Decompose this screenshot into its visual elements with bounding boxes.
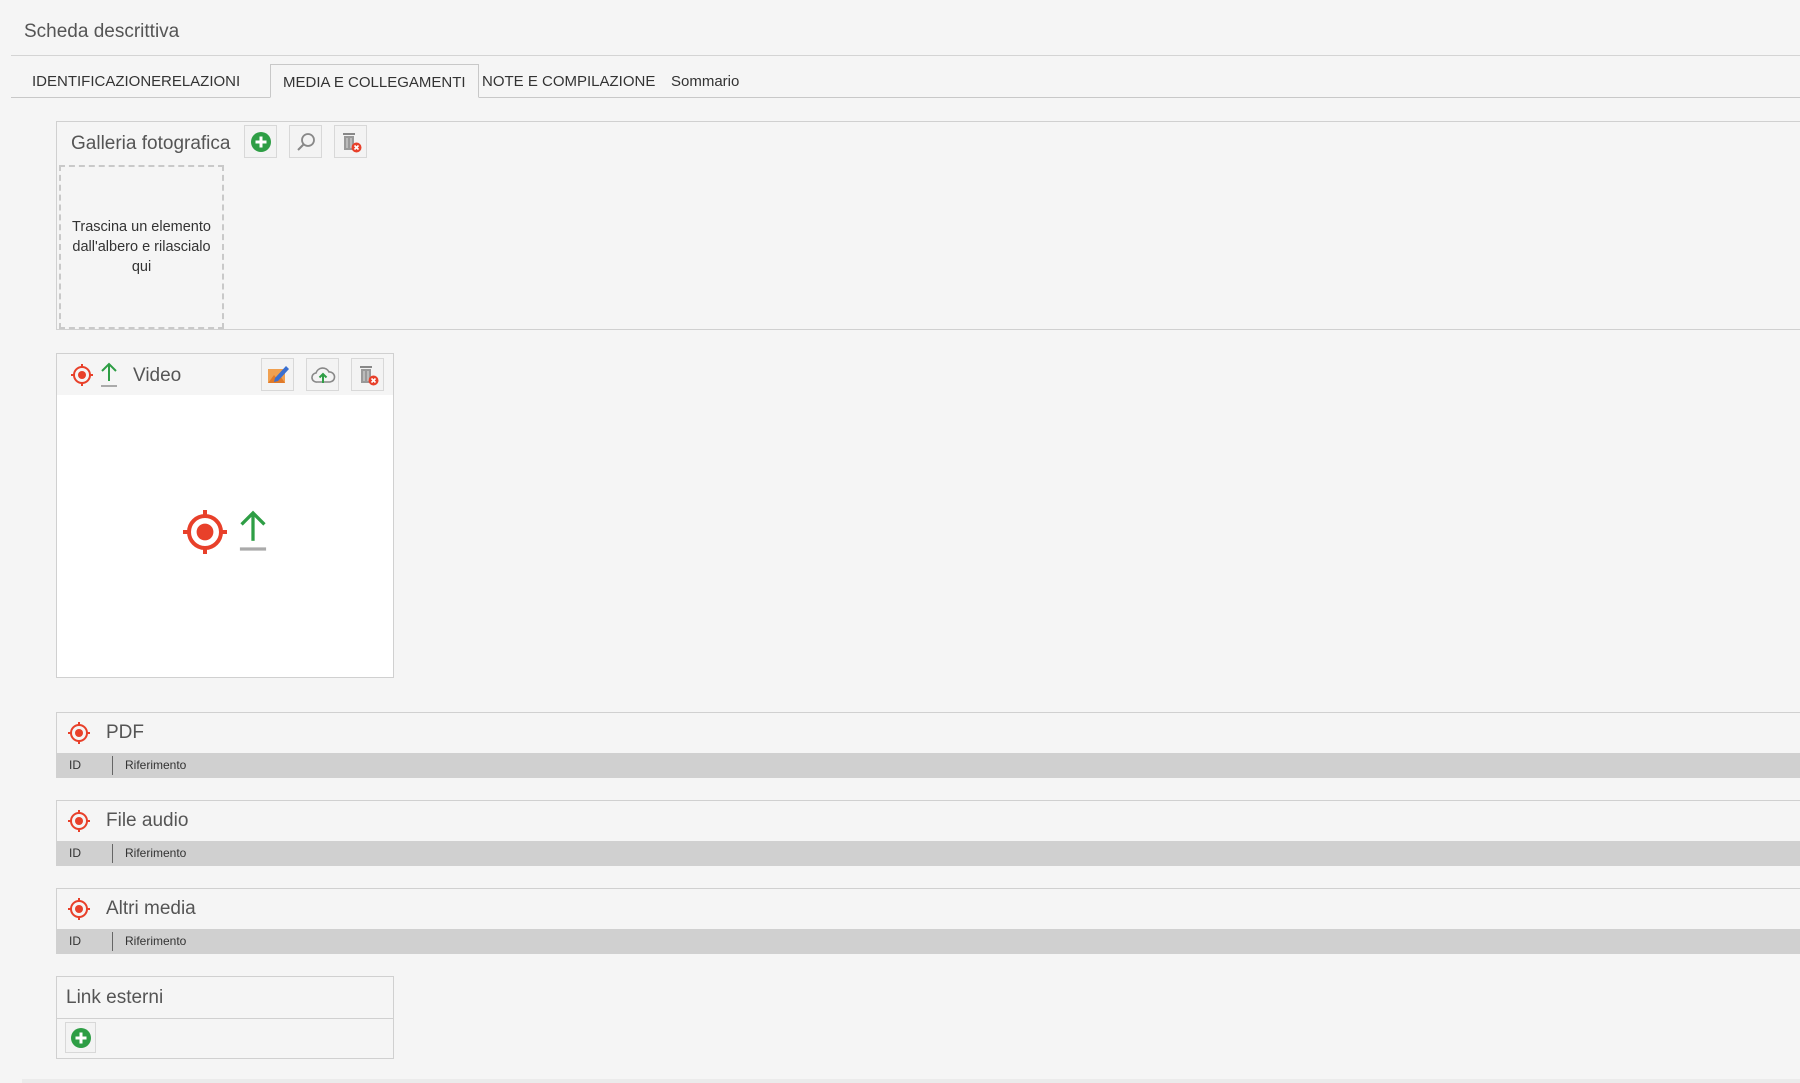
page-title: Scheda descrittiva — [24, 21, 180, 42]
column-header-riferimento[interactable]: Riferimento — [125, 846, 186, 860]
audio-title: File audio — [106, 810, 189, 831]
video-header: Video — [57, 354, 393, 395]
target-icon[interactable] — [67, 897, 91, 921]
audio-panel: File audio ID Riferimento — [56, 800, 1800, 866]
column-header-riferimento[interactable]: Riferimento — [125, 758, 186, 772]
gallery-add-button[interactable] — [244, 125, 277, 158]
pdf-table-header: ID Riferimento — [57, 753, 1800, 777]
video-title: Video — [133, 365, 182, 386]
gallery-delete-button[interactable] — [334, 125, 367, 158]
gallery-dropzone[interactable]: Trascina un elemento dall'albero e rilas… — [59, 165, 224, 329]
column-divider[interactable] — [112, 932, 113, 951]
column-header-id[interactable]: ID — [69, 846, 81, 860]
gallery-panel: Galleria fotografica Trascina un element… — [56, 121, 1800, 330]
tab-note-e-compilazione[interactable]: NOTE E COMPILAZIONE — [470, 64, 667, 97]
upload-arrow-icon[interactable] — [235, 508, 271, 554]
column-divider[interactable] — [112, 756, 113, 775]
video-edit-button[interactable] — [261, 358, 294, 391]
column-divider[interactable] — [112, 844, 113, 863]
add-icon — [250, 131, 271, 152]
trash-delete-icon — [342, 132, 361, 152]
gallery-title: Galleria fotografica — [71, 133, 231, 154]
other-media-panel: Altri media ID Riferimento — [56, 888, 1800, 954]
gallery-search-button[interactable] — [289, 125, 322, 158]
cloud-upload-icon — [310, 366, 335, 383]
audio-table-header: ID Riferimento — [57, 841, 1800, 865]
pdf-title: PDF — [106, 722, 144, 743]
external-links-title: Link esterni — [66, 987, 164, 1008]
title-divider — [11, 55, 1800, 56]
column-header-id[interactable]: ID — [69, 758, 81, 772]
upload-arrow-icon[interactable] — [98, 361, 120, 389]
tab-sommario[interactable]: Sommario — [659, 64, 751, 97]
external-links-divider — [57, 1018, 393, 1019]
column-header-riferimento[interactable]: Riferimento — [125, 934, 186, 948]
video-preview-area — [57, 395, 393, 677]
search-icon — [296, 132, 315, 151]
add-icon — [70, 1027, 91, 1048]
trash-delete-icon — [359, 365, 378, 385]
other-media-table-header: ID Riferimento — [57, 929, 1800, 953]
pdf-panel: PDF ID Riferimento — [56, 712, 1800, 778]
video-panel: Video — [56, 353, 394, 678]
video-upload-button[interactable] — [306, 358, 339, 391]
column-header-id[interactable]: ID — [69, 934, 81, 948]
target-icon[interactable] — [67, 721, 91, 745]
tab-bar: IDENTIFICAZIONE RELAZIONI MEDIA E COLLEG… — [11, 64, 1800, 98]
other-media-title: Altri media — [106, 898, 196, 919]
tab-relazioni[interactable]: RELAZIONI — [149, 64, 252, 97]
add-link-button[interactable] — [65, 1022, 96, 1053]
edit-image-icon — [267, 365, 289, 383]
target-icon[interactable] — [181, 508, 229, 556]
target-icon[interactable] — [70, 363, 94, 387]
tab-media-e-collegamenti[interactable]: MEDIA E COLLEGAMENTI — [270, 64, 479, 98]
target-icon[interactable] — [67, 809, 91, 833]
external-links-panel: Link esterni — [56, 976, 394, 1059]
video-delete-button[interactable] — [351, 358, 384, 391]
bottom-border — [22, 1079, 1800, 1083]
